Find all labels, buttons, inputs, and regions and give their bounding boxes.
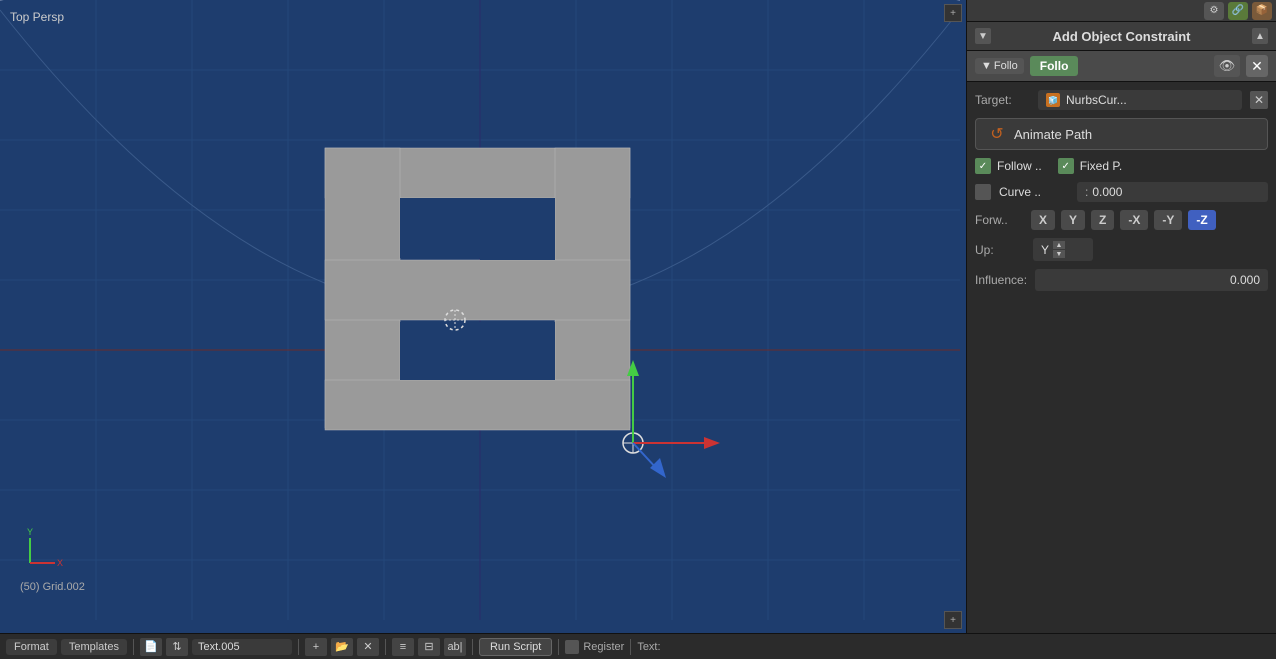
animate-path-label: Animate Path <box>1014 127 1092 142</box>
constraint-short1: Follo <box>994 60 1018 72</box>
open-btn[interactable]: 📂 <box>331 638 353 656</box>
panel-icon-2[interactable]: 🔗 <box>1228 2 1248 20</box>
register-label: Register <box>583 641 624 653</box>
up-stepper-down[interactable]: ▼ <box>1053 250 1065 258</box>
register-checkbox[interactable] <box>565 640 579 654</box>
follow-label: Follow .. <box>997 159 1042 173</box>
dropdown-arrow-icon: ▼ <box>981 60 992 72</box>
animate-path-button[interactable]: ↺ Animate Path <box>975 118 1268 150</box>
curve-row: Curve .. : 0.000 <box>975 182 1268 202</box>
coord-label: (50) Grid.002 <box>20 581 85 593</box>
follow-checkbox[interactable]: ✓ <box>975 158 991 174</box>
number-colon: : <box>1085 185 1088 199</box>
up-select[interactable]: Y ▲ ▼ <box>1033 238 1093 261</box>
panel-up-arrow[interactable]: ▲ <box>1252 28 1268 44</box>
panel-top-bar: ⚙ 🔗 📦 <box>967 0 1276 22</box>
svg-text:X: X <box>57 558 63 568</box>
separator-1 <box>133 639 134 655</box>
panel-title-row: ▼ Add Object Constraint ▲ <box>967 22 1276 51</box>
panel-title: Add Object Constraint <box>1053 29 1191 44</box>
indent-btn[interactable]: ⊟ <box>418 638 440 656</box>
curve-value: 0.000 <box>1092 185 1122 199</box>
svg-text:Y: Y <box>27 527 33 537</box>
separator-2 <box>298 639 299 655</box>
expand-top-button[interactable]: + <box>944 4 962 22</box>
expand-bottom-button[interactable]: + <box>944 611 962 629</box>
panel-body: Target: 🧊 NurbsCur... ✕ ↺ Animate Path ✓… <box>967 82 1276 299</box>
axis-y-button[interactable]: Y <box>1061 210 1085 230</box>
text-file-select[interactable]: Text.005 <box>192 639 292 655</box>
curve-number-field[interactable]: : 0.000 <box>1077 182 1268 202</box>
close-btn2[interactable]: ✕ <box>357 638 379 656</box>
curve-label: Curve .. <box>999 185 1069 199</box>
format-tab[interactable]: Format <box>6 639 57 655</box>
text-icon-btn[interactable]: 📄 <box>140 638 162 656</box>
checkbox-row: ✓ Follow .. ✓ Fixed P. <box>975 158 1268 174</box>
target-row: Target: 🧊 NurbsCur... ✕ <box>975 90 1268 110</box>
separator-3 <box>385 639 386 655</box>
axis-nz-button[interactable]: -Z <box>1188 210 1215 230</box>
text-label: Text: <box>637 641 660 653</box>
list-btn[interactable]: ≡ <box>392 638 414 656</box>
up-row: Up: Y ▲ ▼ <box>975 238 1268 261</box>
grid-svg <box>0 0 966 633</box>
up-stepper[interactable]: ▲ ▼ <box>1053 241 1065 258</box>
separator-4 <box>472 639 473 655</box>
run-script-button[interactable]: Run Script <box>479 638 552 656</box>
target-icon: 🧊 <box>1046 93 1060 107</box>
constraint-label-button[interactable]: Follo <box>1030 56 1079 76</box>
fixed-p-checkbox-item[interactable]: ✓ Fixed P. <box>1058 158 1122 174</box>
influence-row: Influence: 0.000 <box>975 269 1268 291</box>
axis-z-button[interactable]: Z <box>1091 210 1114 230</box>
visibility-eye-button[interactable]: 👁 <box>1214 55 1240 77</box>
constraint-header: ▼ Follo Follo 👁 ✕ <box>967 51 1276 82</box>
templates-tab[interactable]: Templates <box>61 639 127 655</box>
axis-x-button[interactable]: X <box>1031 210 1055 230</box>
target-clear-button[interactable]: ✕ <box>1250 91 1268 109</box>
viewport[interactable]: Top Persp Y X (50) Grid.002 + + <box>0 0 966 633</box>
animate-path-icon: ↺ <box>988 125 1006 143</box>
up-stepper-up[interactable]: ▲ <box>1053 241 1065 249</box>
fixed-p-label: Fixed P. <box>1080 159 1122 173</box>
up-label: Up: <box>975 243 1025 257</box>
viewport-label: Top Persp <box>10 10 64 24</box>
panel-dropdown-arrow[interactable]: ▼ <box>975 28 991 44</box>
constraint-dropdown[interactable]: ▼ Follo <box>975 58 1024 74</box>
influence-field[interactable]: 0.000 <box>1035 269 1268 291</box>
follow-checkbox-item[interactable]: ✓ Follow .. <box>975 158 1042 174</box>
target-label: Target: <box>975 93 1030 107</box>
fixed-p-checkbox[interactable]: ✓ <box>1058 158 1074 174</box>
target-value-field[interactable]: 🧊 NurbsCur... <box>1038 90 1242 110</box>
stepper-btn[interactable]: ⇅ <box>166 638 188 656</box>
separator-5 <box>558 639 559 655</box>
axes-indicator: Y X <box>20 523 70 573</box>
forward-axis-row: Forw.. X Y Z -X -Y -Z <box>975 210 1268 230</box>
spell-btn[interactable]: ab| <box>444 638 466 656</box>
target-text: NurbsCur... <box>1066 93 1127 107</box>
add-btn[interactable]: + <box>305 638 327 656</box>
influence-label: Influence: <box>975 273 1027 287</box>
separator-6 <box>630 639 631 655</box>
right-panel: ⚙ 🔗 📦 ▼ Add Object Constraint ▲ ▼ Follo … <box>966 0 1276 633</box>
panel-icon-1[interactable]: ⚙ <box>1204 2 1224 20</box>
panel-icon-3[interactable]: 📦 <box>1252 2 1272 20</box>
curve-toggle[interactable] <box>975 184 991 200</box>
close-constraint-button[interactable]: ✕ <box>1246 55 1268 77</box>
forward-label: Forw.. <box>975 213 1025 227</box>
axis-ny-button[interactable]: -Y <box>1154 210 1182 230</box>
axis-nx-button[interactable]: -X <box>1120 210 1148 230</box>
up-value: Y <box>1041 243 1049 257</box>
bottom-bar: Format Templates 📄 ⇅ Text.005 + 📂 ✕ ≡ ⊟ … <box>0 633 1276 659</box>
